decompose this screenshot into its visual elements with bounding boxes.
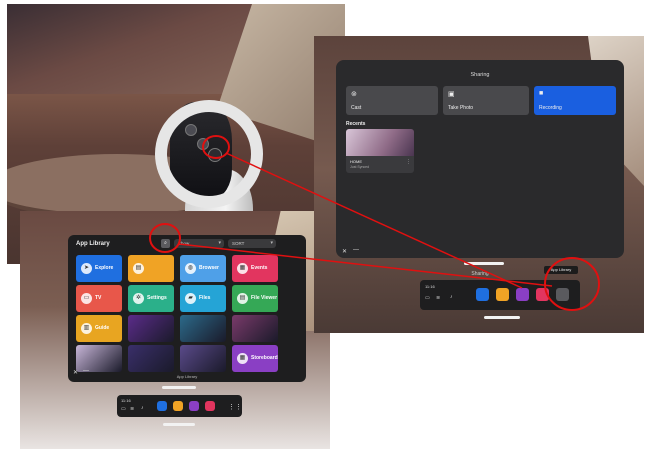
annotation-overlay [149, 135, 600, 311]
annotation-circle-search-button [149, 223, 181, 253]
annotation-circle-app-library-button [544, 257, 600, 311]
annotation-line-1 [225, 152, 523, 289]
annotation-line-2 [178, 243, 553, 287]
annotation-circle-menu-button [202, 135, 230, 159]
